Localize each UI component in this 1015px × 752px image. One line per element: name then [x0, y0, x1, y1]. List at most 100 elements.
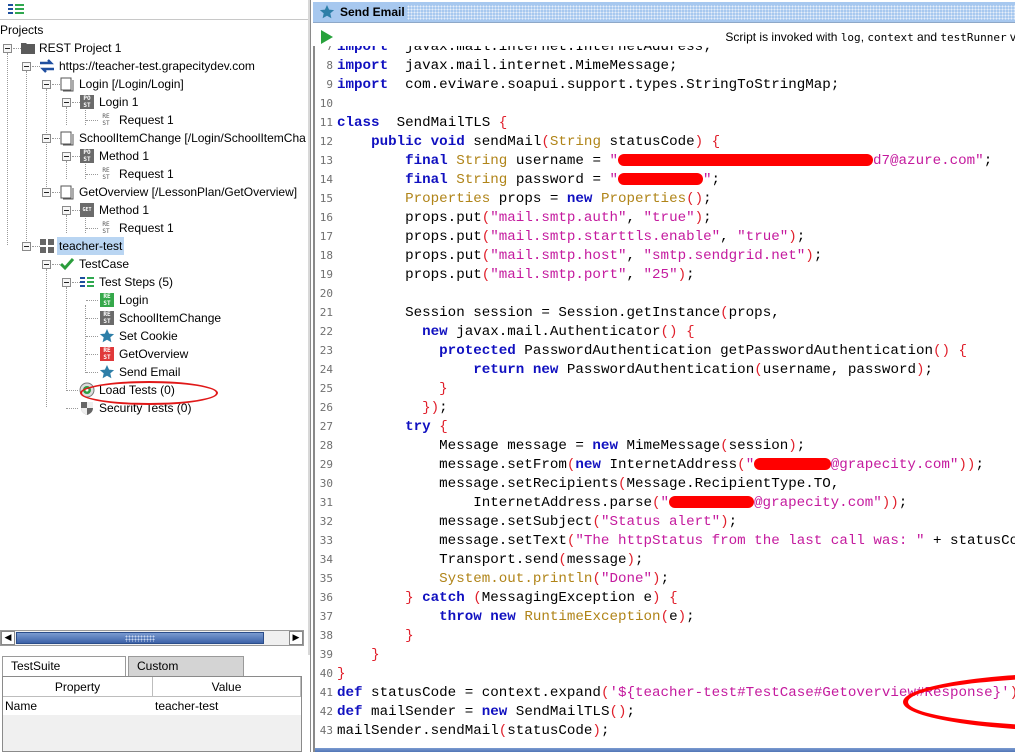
code-line[interactable]: 43 mailSender.sendMail(statusCode);	[315, 721, 610, 740]
editor-title-bar[interactable]: Send Email	[313, 2, 1015, 23]
code-line[interactable]: 34 Transport.send(message);	[315, 550, 644, 569]
code-line[interactable]: 37 throw new RuntimeException(e);	[315, 607, 695, 626]
property-value-cell[interactable]: teacher-test	[153, 697, 301, 715]
code-token: message.setFrom	[337, 457, 567, 473]
collapse-toggle[interactable]	[3, 44, 12, 53]
code-line[interactable]: 11 class SendMailTLS {	[315, 113, 508, 132]
code-line[interactable]: 29 message.setFrom(new InternetAddress("…	[315, 455, 984, 474]
code-line[interactable]: 30 message.setRecipients(Message.Recipie…	[315, 474, 840, 493]
tree-node-request[interactable]: RE ST Request 1	[0, 111, 300, 129]
code-line[interactable]: 26 });	[315, 398, 448, 417]
tree-node-resource[interactable]: SchoolItemChange [/Login/SchoolItemChang…	[0, 129, 306, 147]
code-line[interactable]: 32 message.setSubject("Status alert");	[315, 512, 737, 531]
tree-node-resource[interactable]: Login [/Login/Login]	[0, 75, 300, 93]
table-row[interactable]: Name teacher-test	[3, 697, 301, 715]
code-line[interactable]: 8 import javax.mail.internet.MimeMessage;	[315, 56, 677, 75]
collapse-toggle[interactable]	[42, 188, 51, 197]
run-icon[interactable]	[321, 30, 333, 44]
code-line[interactable]: 28 Message message = new MimeMessage(ses…	[315, 436, 806, 455]
tree-node-test-step[interactable]: Set Cookie	[0, 327, 300, 345]
tree-node-method[interactable]: GET Method 1	[0, 201, 300, 219]
tree-node-test-case[interactable]: TestCase	[0, 255, 300, 273]
code-line[interactable]: 42 def mailSender = new SendMailTLS();	[315, 702, 635, 721]
test-steps-icon[interactable]	[8, 3, 24, 15]
column-header-value[interactable]: Value	[153, 677, 301, 697]
code-editor[interactable]: 7 import javax.mail.internet.InternetAddr…	[313, 46, 1015, 752]
column-header-property[interactable]: Property	[3, 677, 153, 697]
collapse-toggle[interactable]	[42, 134, 51, 143]
code-line[interactable]: 39 }	[315, 645, 380, 664]
code-line[interactable]: 16 props.put("mail.smtp.auth", "true");	[315, 208, 712, 227]
navigator-horizontal-scrollbar[interactable]: ◀ ▶	[0, 630, 304, 646]
code-line[interactable]: 33 message.setText("The httpStatus from …	[315, 531, 1015, 550]
code-token: new	[575, 457, 601, 473]
tree-node-test-steps[interactable]: Test Steps (5)	[0, 273, 300, 291]
tree-node-resource[interactable]: GetOverview [/LessonPlan/GetOverview]	[0, 183, 300, 201]
collapse-toggle[interactable]	[22, 242, 31, 251]
scrollbar-thumb[interactable]	[16, 632, 264, 644]
code-line[interactable]: 20	[315, 284, 337, 303]
code-line[interactable]: 12 public void sendMail(String statusCod…	[315, 132, 720, 151]
collapse-toggle[interactable]	[42, 260, 51, 269]
property-name-cell[interactable]: Name	[3, 697, 153, 715]
code-line[interactable]: 23 protected PasswordAuthentication getP…	[315, 341, 967, 360]
code-line[interactable]: 7 import javax.mail.internet.InternetAddr…	[315, 46, 712, 56]
tree-node-project[interactable]: REST Project 1	[0, 39, 300, 57]
tree-node-test-step[interactable]: RE ST SchoolItemChange	[0, 309, 300, 327]
scroll-left-icon[interactable]: ◀	[1, 631, 15, 645]
code-line[interactable]: 25 }	[315, 379, 448, 398]
code-line[interactable]: 17 props.put("mail.smtp.starttls.enable"…	[315, 227, 806, 246]
code-line[interactable]: 10	[315, 94, 337, 113]
tree-node-service[interactable]: https://teacher-test.grapecitydev.com	[0, 57, 300, 75]
code-token: ,	[626, 267, 644, 283]
code-line[interactable]: 24 return new PasswordAuthentication(use…	[315, 360, 933, 379]
code-line[interactable]: 14 final String password = " ";	[315, 170, 720, 189]
folder-icon	[21, 43, 35, 54]
tree-node-test-suite[interactable]: teacher-test	[0, 237, 300, 255]
collapse-toggle[interactable]	[42, 80, 51, 89]
code-line[interactable]: 27 try {	[315, 417, 448, 436]
tree-node-method[interactable]: PO ST Method 1	[0, 147, 300, 165]
tree-node-test-step[interactable]: RE ST GetOverview	[0, 345, 300, 363]
code-line[interactable]: 22 new javax.mail.Authenticator() {	[315, 322, 695, 341]
collapse-toggle[interactable]	[22, 62, 31, 71]
code-line[interactable]: 36 } catch (MessagingException e) {	[315, 588, 678, 607]
scroll-right-icon[interactable]: ▶	[289, 631, 303, 645]
editor-horizontal-scrollbar[interactable]	[315, 748, 1015, 752]
code-token: InternetAddress.parse	[337, 495, 653, 511]
code-line[interactable]: 15 Properties props = new Properties();	[315, 189, 712, 208]
tree-node-request[interactable]: RE ST Request 1	[0, 219, 300, 237]
collapse-toggle[interactable]	[62, 278, 71, 287]
code-token: message	[566, 552, 627, 568]
code-line[interactable]: 19 props.put("mail.smtp.port", "25");	[315, 265, 695, 284]
code-token: (	[481, 248, 491, 264]
tree-node-test-step[interactable]: RE ST Login	[0, 291, 300, 309]
line-number: 11	[319, 116, 333, 129]
code-line[interactable]: 21 Session session = Session.getInstance…	[315, 303, 780, 322]
code-line[interactable]: 38 }	[315, 626, 414, 645]
tree-node-test-step-send-email[interactable]: Send Email	[0, 363, 300, 381]
code-token: (	[720, 305, 729, 321]
tree-node-method[interactable]: PO ST Login 1	[0, 93, 300, 111]
code-line[interactable]: 18 props.put("mail.smtp.host", "smtp.sen…	[315, 246, 823, 265]
code-token: "true"	[737, 229, 789, 245]
code-token: javax.mail.internet.InternetAddress;	[388, 46, 712, 55]
code-line[interactable]: 9 import com.eviware.soapui.support.types…	[315, 75, 839, 94]
code-token: }	[405, 628, 414, 644]
collapse-toggle[interactable]	[62, 206, 71, 215]
code-line[interactable]: 35 System.out.println("Done");	[315, 569, 669, 588]
collapse-toggle[interactable]	[62, 98, 71, 107]
code-token: ;	[703, 210, 712, 226]
code-token: final	[405, 153, 448, 169]
code-token: "smtp.sendgrid.net"	[643, 248, 806, 264]
rest-request-icon: RE ST	[102, 167, 110, 181]
code-line[interactable]: 40}	[315, 664, 346, 683]
tree-node-request[interactable]: RE ST Request 1	[0, 165, 300, 183]
tab-custom-properties[interactable]: Custom Properties	[128, 656, 244, 692]
tab-testsuite-properties[interactable]: TestSuite Properties	[2, 656, 126, 692]
code-line[interactable]: 31 InternetAddress.parse(" @grapecity.com…	[315, 493, 908, 512]
code-line[interactable]: 13 final String username = " d7@azure.com…	[315, 151, 992, 170]
collapse-toggle[interactable]	[62, 152, 71, 161]
